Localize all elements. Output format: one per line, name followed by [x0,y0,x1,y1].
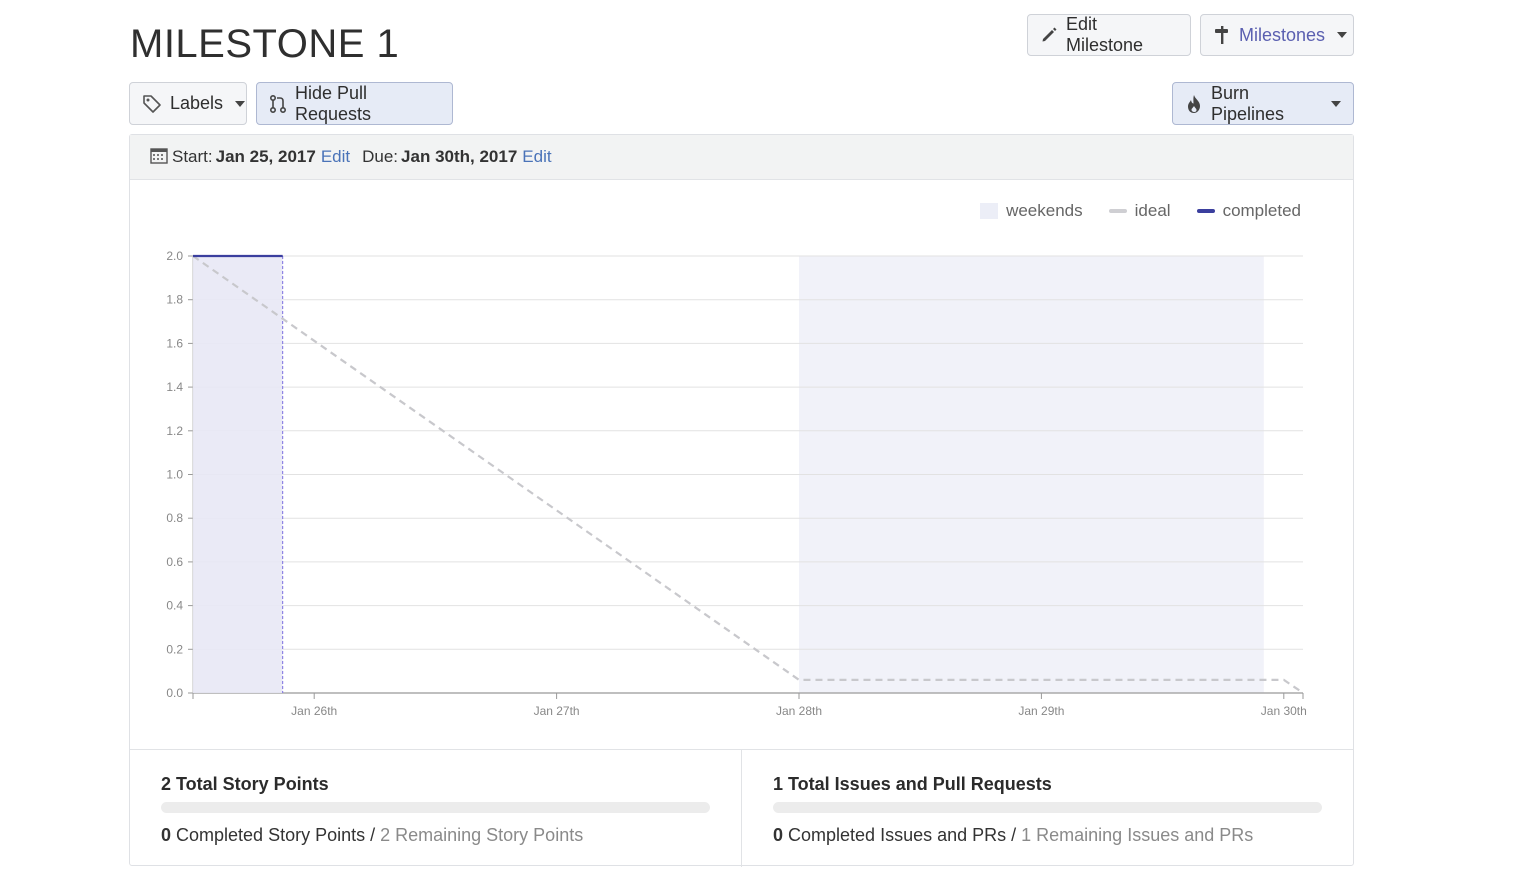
start-label: Start: [172,147,213,166]
y-tick-label: 0.2 [166,642,183,656]
y-tick-label: 2.0 [166,249,183,263]
y-tick-label: 1.4 [166,380,183,394]
pencil-icon [1040,26,1058,44]
labels-label: Labels [170,93,224,113]
chevron-down-icon [235,100,246,107]
milestones-label: Milestones [1239,24,1326,45]
x-tick-label: Jan 30th [1261,704,1307,718]
y-tick-label: 1.6 [166,336,183,350]
y-tick-label: 1.0 [166,468,183,482]
story-points-completed-count: 0 [161,825,172,845]
issues-completed-label: Completed Issues and PRs / [783,825,1022,845]
page-title: MILESTONE 1 [130,22,400,66]
burn-pipelines-label: Burn Pipelines [1211,82,1285,124]
y-tick-label: 1.8 [166,293,183,307]
y-tick-label: 0.8 [166,511,183,525]
date-bar: Start: Jan 25, 2017 Edit Due: Jan 30th, … [130,135,1353,180]
due-label: Due: [362,147,399,166]
flame-icon [1185,94,1203,114]
completed-area [193,256,283,693]
due-date: Jan 30th, 2017 [401,147,518,166]
issues-progress [773,802,1322,813]
edit-start-link[interactable]: Edit [321,147,350,167]
x-tick-label: Jan 26th [291,704,337,718]
x-tick-label: Jan 29th [1018,704,1064,718]
story-points-summary: 0 Completed Story Points / 2 Remaining S… [161,825,583,846]
story-points-stat: 2 Total Story Points 0 Completed Story P… [130,750,741,867]
burndown-chart: 0.0 0.2 0.4 0.6 0.8 1.0 1.2 1.4 1.6 1.8 2.0 Jan 26t… [166,249,1307,718]
edit-milestone-label: Edit Milestone [1066,14,1144,55]
calendar-icon [150,146,168,169]
issues-title: 1 Total Issues and Pull Requests [773,774,1052,794]
signpost-icon [1213,25,1231,45]
story-points-title: 2 Total Story Points [161,774,329,794]
burndown-panel: Start: Jan 25, 2017 Edit Due: Jan 30th, … [129,134,1354,867]
story-points-remaining: 2 Remaining Story Points [380,825,584,845]
issues-completed-count: 0 [773,825,784,845]
issues-summary: 0 Completed Issues and PRs / 1 Remaining… [773,825,1253,846]
issues-stat: 1 Total Issues and Pull Requests 0 Compl… [741,750,1353,867]
x-tick-label: Jan 27th [534,704,580,718]
issues-remaining: 1 Remaining Issues and PRs [1021,825,1254,845]
hide-pull-requests-label: Hide Pull Requests [295,82,372,124]
chevron-down-icon [1331,100,1341,107]
stats-row: 2 Total Story Points 0 Completed Story P… [130,749,1353,867]
y-tick-label: 1.2 [166,424,183,438]
pull-request-icon [269,94,287,114]
y-tick-label: 0.6 [166,555,183,569]
story-points-progress [161,802,710,813]
labels-dropdown[interactable]: Labels [129,82,247,125]
y-tick-label: 0.0 [166,686,183,700]
edit-due-link[interactable]: Edit [522,147,551,167]
start-date: Jan 25, 2017 [215,147,316,166]
x-tick-label: Jan 28th [776,704,822,718]
burn-pipelines-dropdown[interactable]: Burn Pipelines [1172,82,1354,125]
y-tick-label: 0.4 [166,599,183,613]
tag-icon [142,94,162,114]
edit-milestone-button[interactable]: Edit Milestone [1027,14,1191,56]
hide-pull-requests-button[interactable]: Hide Pull Requests [256,82,453,125]
story-points-completed-label: Completed Story Points / [171,825,381,845]
chevron-down-icon [1337,32,1348,38]
milestones-dropdown[interactable]: Milestones [1200,14,1354,56]
